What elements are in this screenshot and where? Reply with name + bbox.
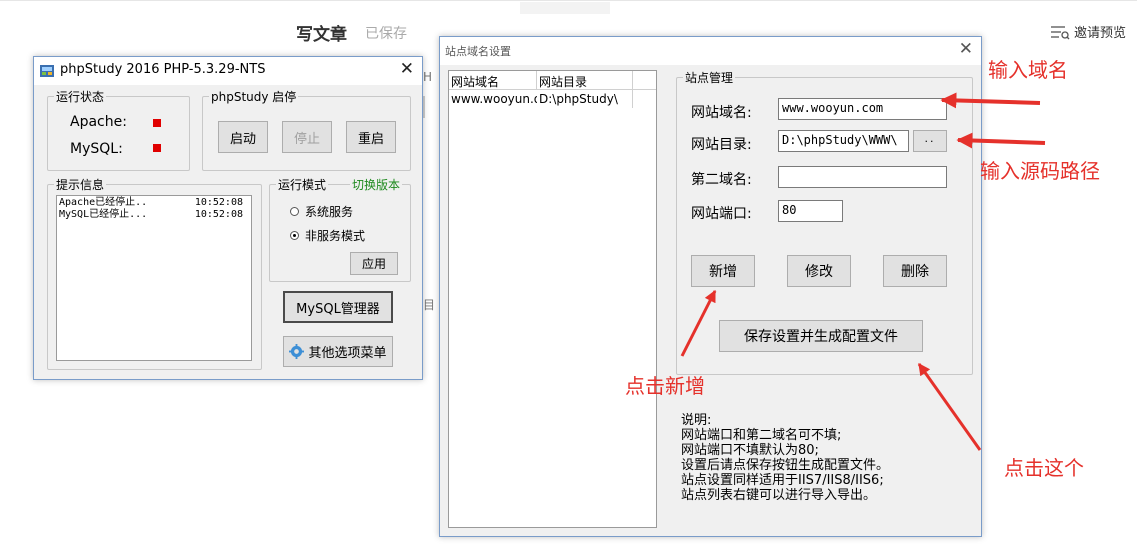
arrow-to-domain-input bbox=[940, 92, 1041, 109]
arrow-to-save-button bbox=[917, 363, 982, 451]
annotation-arrows bbox=[680, 92, 1046, 451]
arrow-to-directory-input bbox=[956, 132, 1046, 149]
annotation-enter-domain: 输入域名 bbox=[988, 58, 1068, 82]
arrow-to-add-button bbox=[680, 289, 717, 357]
annotation-click-this: 点击这个 bbox=[1004, 456, 1084, 480]
annotation-click-add: 点击新增 bbox=[625, 374, 705, 398]
annotation-enter-source-path: 输入源码路径 bbox=[980, 159, 1100, 183]
